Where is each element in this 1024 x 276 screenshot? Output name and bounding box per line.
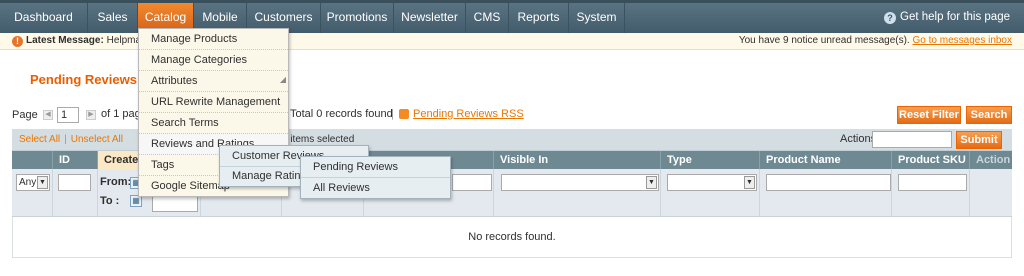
submit-button[interactable]: Submit: [956, 131, 1002, 149]
product-name-filter-input[interactable]: [766, 174, 891, 191]
nav-promotions[interactable]: Promotions: [321, 3, 394, 33]
menu-url-rewrite[interactable]: URL Rewrite Management: [139, 92, 288, 113]
latest-message-label: Latest Message:: [26, 35, 104, 46]
visible-in-filter-select[interactable]: ▼: [501, 174, 659, 191]
massaction-links: Select All | Unselect All: [19, 134, 123, 145]
next-page-icon[interactable]: ▶: [86, 110, 96, 120]
date-to-label: To :: [100, 195, 120, 207]
nav-cms[interactable]: CMS: [466, 3, 509, 33]
unread-count-text: You have 9 notice unread message(s).: [738, 35, 910, 46]
help-label: Get help for this page: [900, 11, 1010, 23]
messages-inbox-link[interactable]: Go to messages inbox: [913, 35, 1013, 46]
unselect-all-link[interactable]: Unselect All: [71, 134, 123, 145]
menu-search-terms[interactable]: Search Terms: [139, 113, 288, 134]
items-selected: 0 items selected: [282, 134, 355, 145]
warning-icon: !: [12, 36, 23, 47]
pager-of-pages: of 1 pag: [101, 108, 141, 120]
col-visible-in[interactable]: Visible In: [494, 151, 661, 169]
massaction-filter-value: Any: [19, 177, 37, 188]
menu-pending-reviews[interactable]: Pending Reviews: [301, 157, 450, 178]
pager-separator: |: [391, 108, 394, 120]
chevron-down-icon: ▼: [646, 176, 657, 189]
col-id[interactable]: ID: [53, 151, 98, 169]
col-product-name[interactable]: Product Name: [760, 151, 892, 169]
pager-label: Page: [12, 109, 38, 121]
customer-reviews-submenu: Pending Reviews All Reviews: [300, 156, 451, 199]
menu-manage-categories[interactable]: Manage Categories: [139, 50, 288, 71]
rss-link[interactable]: Pending Reviews RSS: [413, 108, 524, 120]
nav-dashboard[interactable]: Dashboard: [0, 3, 88, 33]
col-product-sku[interactable]: Product SKU: [892, 151, 970, 169]
id-filter-input[interactable]: [58, 174, 91, 191]
total-records: Total 0 records found: [290, 108, 393, 120]
help-icon: ?: [884, 12, 897, 24]
date-from-label: From:: [100, 176, 132, 188]
nav-reports[interactable]: Reports: [509, 3, 569, 33]
col-action: Action: [976, 154, 1011, 166]
select-all-link[interactable]: Select All: [19, 134, 60, 145]
actions-label: Actions: [840, 133, 877, 145]
rss-icon: [399, 109, 409, 119]
page-title: Pending Reviews: [30, 72, 137, 87]
date-to-input[interactable]: [152, 195, 198, 212]
col-massaction: [12, 151, 53, 169]
prev-page-icon[interactable]: ◀: [43, 110, 53, 120]
chevron-down-icon: ▼: [744, 176, 755, 189]
menu-manage-products[interactable]: Manage Products: [139, 29, 288, 50]
chevron-down-icon: ▼: [37, 176, 48, 189]
type-filter-select[interactable]: ▼: [667, 174, 757, 191]
search-button[interactable]: Search: [966, 106, 1012, 124]
menu-attributes[interactable]: Attributes ◢: [139, 71, 288, 92]
nav-sales[interactable]: Sales: [88, 3, 138, 33]
nickname-filter-input[interactable]: [452, 174, 492, 191]
product-sku-filter-input[interactable]: [898, 174, 967, 191]
unread-messages: You have 9 notice unread message(s). Go …: [739, 33, 1012, 49]
latest-message: ! Latest Message: Helpmat: [12, 33, 144, 49]
help-link[interactable]: ? Get help for this page: [884, 3, 1010, 33]
page-number-input[interactable]: 1: [57, 107, 79, 123]
submenu-arrow-icon: ◢: [279, 75, 286, 84]
empty-grid-message: No records found.: [12, 217, 1012, 258]
actions-select[interactable]: [872, 131, 952, 148]
nav-system[interactable]: System: [569, 3, 625, 33]
massaction-separator: |: [64, 134, 67, 145]
menu-attributes-label: Attributes: [151, 75, 198, 87]
massaction-filter-select[interactable]: Any ▼: [16, 174, 50, 191]
reset-filter-button[interactable]: Reset Filter: [897, 106, 961, 124]
col-type[interactable]: Type: [661, 151, 760, 169]
menu-all-reviews[interactable]: All Reviews: [301, 178, 450, 199]
nav-newsletter[interactable]: Newsletter: [394, 3, 466, 33]
